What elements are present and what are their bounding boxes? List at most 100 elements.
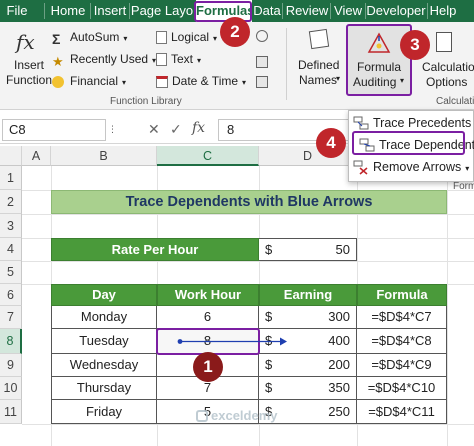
fx-button[interactable]: fx [192,120,205,136]
formula-auditing-dropdown: Trace Precedents Trace Dependents Remove… [348,110,474,192]
tab-insert[interactable]: Insert [91,0,129,22]
table-cell-hours[interactable]: 6 [157,306,259,329]
table-cell-formula[interactable]: =$D$4*C8 [357,329,447,354]
table-cell-formula[interactable]: =$D$4*C7 [357,306,447,329]
book-icon [156,31,167,44]
rate-value-cell[interactable]: $ 50 [259,238,357,261]
more-functions-icon[interactable] [256,76,268,88]
table-cell-earning[interactable]: $350 [259,377,357,400]
table-cell-formula[interactable]: =$D$4*C9 [357,354,447,377]
step-badge-4: 4 [316,128,346,158]
enter-icon[interactable]: ✓ [170,121,182,138]
date-time-label: Date & Time [172,74,239,88]
row-header-11[interactable]: 11 [0,400,22,424]
text-button[interactable]: Text ▾ [156,50,201,68]
row-header-7[interactable]: 7 [0,306,22,329]
name-box-dropdown-icon[interactable]: ⋮ [108,124,117,135]
table-cell-day[interactable]: Thursday [51,377,157,400]
table-cell-formula[interactable]: =$D$4*C11 [357,400,447,424]
defined-names-label-2: Names [299,73,338,87]
tab-data[interactable]: Data [252,0,282,22]
watermark-icon [196,410,208,422]
tab-formulas[interactable]: Formulas [196,0,255,22]
table-cell-earning[interactable]: $200 [259,354,357,377]
table-cell-day[interactable]: Friday [51,400,157,424]
column-header-a[interactable]: A [22,146,51,166]
calculation-group-label: Calculatio [436,96,474,107]
math-icon[interactable] [256,56,268,68]
row-header-1[interactable]: 1 [0,166,22,190]
tab-help[interactable]: Help [428,0,458,22]
date-time-button[interactable]: Date & Time ▾ [156,72,246,90]
recently-used-button[interactable]: ★ Recently Used ▾ [52,50,156,69]
column-header-b[interactable]: B [51,146,157,166]
insert-function-button[interactable]: fx Insert Function [4,26,53,92]
chevron-down-icon: ▾ [213,34,218,43]
header-earning[interactable]: Earning [259,284,357,306]
row-header-2[interactable]: 2 [0,190,22,214]
cancel-icon[interactable]: ✕ [148,121,160,138]
trace-dependents-item[interactable]: Trace Dependents [359,135,474,155]
formula-auditing-label-1: Formula [357,60,402,74]
logical-label: Logical [171,30,210,44]
name-box[interactable]: C8 [2,119,106,141]
chevron-down-icon: ▾ [336,74,341,83]
row-header-10[interactable]: 10 [0,377,22,400]
table-cell-hours-selected[interactable]: 8 [157,329,259,354]
logical-button[interactable]: Logical ▾ [156,28,217,46]
tab-review[interactable]: Review [284,0,330,22]
table-cell-day[interactable]: Wednesday [51,354,157,377]
tab-developer[interactable]: Developer [366,0,426,22]
insert-function-label-2: Function [6,73,53,87]
row-header-5[interactable]: 5 [0,261,22,284]
table-cell-formula[interactable]: =$D$4*C10 [357,377,447,400]
insert-function-label-1: Insert [14,58,45,72]
trace-precedents-item[interactable]: Trace Precedents [353,113,471,133]
tab-file[interactable]: File [0,0,34,22]
row-header-9[interactable]: 9 [0,354,22,377]
header-work-hour[interactable]: Work Hour [157,284,259,306]
watermark: exceldemy [196,408,278,423]
chevron-down-icon: ▾ [123,34,128,43]
trace-precedents-label: Trace Precedents [373,116,472,130]
tab-view[interactable]: View [331,0,365,22]
table-cell-earning[interactable]: $400 [259,329,357,354]
defined-names-label-1: Defined [298,58,340,72]
step-badge-2: 2 [220,17,250,47]
select-all-corner[interactable] [0,146,22,166]
financial-label: Financial [70,74,119,88]
financial-button[interactable]: Financial ▾ [52,72,126,90]
chevron-down-icon: ▾ [242,78,247,87]
earning-value: 200 [328,357,350,372]
tab-page-layout[interactable]: Page Layo [130,0,194,22]
row-header-4[interactable]: 4 [0,238,22,261]
currency-symbol: $ [265,333,273,348]
step-badge-3: 3 [400,30,430,60]
trace-precedents-icon [353,116,369,130]
row-header-6[interactable]: 6 [0,284,22,306]
defined-names-button[interactable]: Defined Names ▾ [296,28,342,92]
header-formula[interactable]: Formula [357,284,447,306]
trace-dependents-label: Trace Dependents [379,138,474,152]
sheet-title[interactable]: Trace Dependents with Blue Arrows [51,190,447,214]
header-day[interactable]: Day [51,284,157,306]
row-header-8[interactable]: 8 [0,329,22,354]
remove-arrows-label: Remove Arrows [373,160,462,174]
fx-icon: fx [16,30,35,54]
table-cell-day[interactable]: Monday [51,306,157,329]
gridline [22,214,474,215]
column-header-c[interactable]: C [157,146,259,166]
chevron-down-icon: ▾ [197,56,202,65]
table-cell-earning[interactable]: $300 [259,306,357,329]
rate-label-cell[interactable]: Rate Per Hour [51,238,259,261]
tab-home[interactable]: Home [47,0,89,22]
remove-arrows-item[interactable]: Remove Arrows ▾ [353,157,469,177]
autosum-label: AutoSum [70,30,120,44]
autosum-button[interactable]: Σ AutoSum ▾ [52,28,128,47]
earning-value: 400 [328,333,350,348]
formula-auditing-button[interactable]: Formula Auditing ▾ [348,26,410,96]
tag-icon [308,28,330,50]
table-cell-day[interactable]: Tuesday [51,329,157,354]
lookup-icon[interactable] [256,30,268,42]
row-header-3[interactable]: 3 [0,214,22,238]
